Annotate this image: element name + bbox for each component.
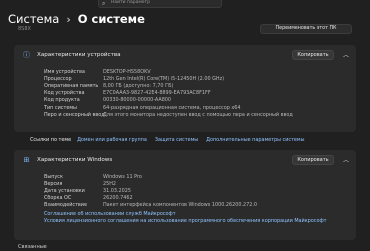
search-placeholder: Найти параметр xyxy=(111,0,150,5)
spec-key: Версия xyxy=(44,180,63,187)
spec-key: Оперативная память xyxy=(44,82,99,89)
device-name-fragment: 8S8X xyxy=(18,26,31,32)
spec-value: E7C0AAA3-9827-42E4-8899-EA793AC8F1FF xyxy=(103,90,211,97)
copy-windows-spec-button[interactable]: Копировать xyxy=(292,155,334,165)
link-license-terms[interactable]: Условия лицензионного соглашения на испо… xyxy=(44,218,356,225)
spec-row: Оперативная память 8,00 ГБ (доступно: 7,7… xyxy=(44,82,356,89)
info-icon: ⓘ xyxy=(23,51,30,59)
spec-key: Взаимодействие xyxy=(44,202,87,209)
spec-key: Код устройства xyxy=(44,90,85,97)
spec-row: Код устройства E7C0AAA3-9827-42E4-8899-EA… xyxy=(44,90,356,97)
chevron-up-icon[interactable]: ︿ xyxy=(343,155,349,164)
link-system-protection[interactable]: Защита системы xyxy=(155,137,198,143)
spec-row: Перо и сенсорный ввод Для этого монитора … xyxy=(44,111,356,118)
breadcrumb-separator: › xyxy=(66,12,71,26)
spec-value: 8,00 ГБ (доступно: 7,70 ГБ) xyxy=(103,82,174,89)
spec-key: Тип системы xyxy=(44,104,77,111)
spec-key: Процессор xyxy=(44,75,72,82)
related-links-label: Ссылки по теме xyxy=(30,137,72,143)
spec-value: Windows 11 Pro xyxy=(103,173,142,180)
device-spec-card: ⓘ Характеристики устройства Копировать ︿… xyxy=(14,45,356,132)
windows-spec-header[interactable]: ⊞ Характеристики Windows Копировать ︿ xyxy=(14,150,356,170)
spec-value: Для этого монитора недоступен ввод с пом… xyxy=(103,111,293,118)
search-input[interactable]: ⌕ Найти параметр xyxy=(98,0,222,8)
spec-key: Имя устройства xyxy=(44,68,85,75)
spec-key: Выпуск xyxy=(44,173,63,180)
spec-value: 31.03.2025 xyxy=(103,187,132,194)
spec-row: Выпуск Windows 11 Pro xyxy=(44,173,356,180)
spec-value: Пакет интерфейса компонентов Windows 100… xyxy=(103,202,257,209)
link-advanced-system-settings[interactable]: Дополнительные параметры системы xyxy=(206,137,304,143)
spec-row: Дата установки 31.03.2025 xyxy=(44,187,356,194)
windows-spec-title: Характеристики Windows xyxy=(37,157,113,163)
spec-value: 00330-80000-00000-AA800 xyxy=(103,97,172,104)
copy-device-spec-button[interactable]: Копировать xyxy=(292,50,334,60)
search-icon: ⌕ xyxy=(102,0,106,7)
related-links: Ссылки по теме Домен или рабочая группа … xyxy=(30,137,312,143)
spec-value: 25H2 xyxy=(103,180,117,187)
spec-key: Дата установки xyxy=(44,187,85,194)
spec-row: Взаимодействие Пакет интерфейса компонент… xyxy=(44,202,356,209)
chevron-up-icon[interactable]: ︿ xyxy=(343,50,349,59)
windows-links: Соглашение об использовании служб Майкро… xyxy=(14,211,356,225)
spec-row: Имя устройства DESKTOP-HS58OKV xyxy=(44,68,356,75)
device-spec-header[interactable]: ⓘ Характеристики устройства Копировать ︿ xyxy=(14,45,356,65)
spec-row: Версия 25H2 xyxy=(44,180,356,187)
spec-value: DESKTOP-HS58OKV xyxy=(103,68,151,75)
spec-row: Тип системы 64-разрядная операционная сис… xyxy=(44,104,356,111)
spec-key: Перо и сенсорный ввод xyxy=(44,111,105,118)
spec-row: Процессор 12th Gen Intel(R) Core(TM) i5-1… xyxy=(44,75,356,82)
spec-value: 12th Gen Intel(R) Core(TM) i5-12450H (2.… xyxy=(103,75,225,82)
device-spec-rows: Имя устройства DESKTOP-HS58OKV Процессор 12… xyxy=(14,65,356,123)
rename-pc-button[interactable]: Переименовать этот ПК xyxy=(260,24,352,34)
spec-key: Сборка ОС xyxy=(44,195,72,202)
spec-row: Сборка ОС 26200.7462 xyxy=(44,195,356,202)
breadcrumb-parent[interactable]: Система xyxy=(8,12,59,26)
link-domain-workgroup[interactable]: Домен или рабочая группа xyxy=(77,137,147,143)
page-title: О системе xyxy=(77,12,145,26)
spec-value: 64-разрядная операционная система, проце… xyxy=(103,104,241,111)
windows-spec-card: ⊞ Характеристики Windows Копировать ︿ Вы… xyxy=(14,150,356,240)
spec-row: Код продукта 00330-80000-00000-AA800 xyxy=(44,97,356,104)
related-section-heading: Связанные xyxy=(18,244,47,250)
windows-icon: ⊞ xyxy=(23,156,30,164)
spec-key: Код продукта xyxy=(44,97,80,104)
device-spec-title: Характеристики устройства xyxy=(37,52,121,58)
spec-value: 26200.7462 xyxy=(103,195,133,202)
windows-spec-rows: Выпуск Windows 11 Pro Версия 25H2 Дата устан… xyxy=(14,170,356,214)
